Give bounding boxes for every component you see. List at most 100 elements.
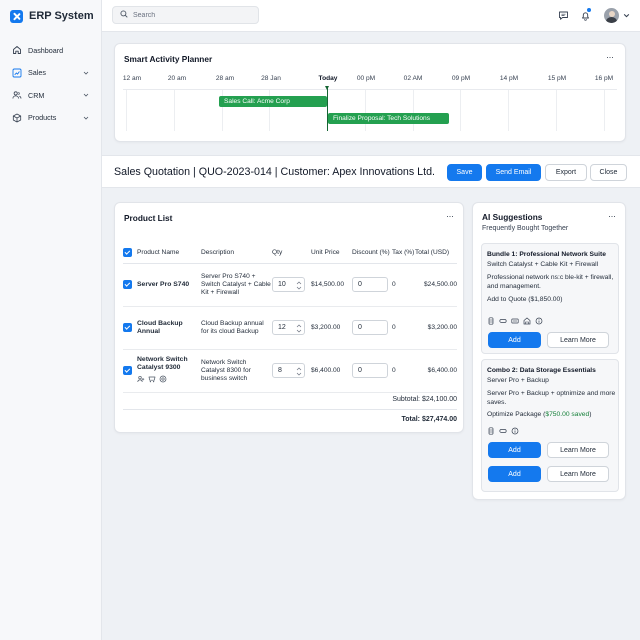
ai-suggestions-subtitle: Frequently Bought Together (482, 225, 569, 232)
erp-logo-icon (10, 9, 23, 23)
row-checkbox[interactable] (123, 323, 132, 332)
info-icon[interactable] (535, 317, 543, 327)
row-total: $6,400.00 (415, 349, 457, 393)
timeline-grid: Sales Call: Acme Corp Finalize Proposal:… (123, 86, 617, 131)
page-title: Sales Quotation | QUO-2023-014 | Custome… (114, 166, 436, 178)
timeline-gridline (126, 90, 127, 131)
column-header[interactable]: Unit Price (311, 243, 352, 264)
add-bundle-button[interactable]: Add (488, 442, 541, 458)
quantity-value: 10 (278, 280, 286, 288)
more-options-icon[interactable]: ··· (608, 212, 616, 221)
chevron-down-icon[interactable] (83, 115, 89, 121)
row-checkbox[interactable] (123, 280, 132, 289)
search-icon (120, 10, 128, 20)
search-box[interactable] (112, 6, 259, 24)
topbar (102, 0, 640, 32)
learn-more-button[interactable]: Learn More (547, 442, 609, 458)
sidebar-item-products[interactable]: Products (0, 107, 101, 130)
discount-input[interactable]: 0 (352, 320, 388, 335)
subtotal-label: Subtotal: (392, 396, 420, 403)
tax-value: 0 (392, 349, 415, 393)
timeline-label: 02 AM (403, 75, 423, 82)
product-list-card: Product List ··· Product Name Descriptio… (114, 202, 464, 433)
assign-user-icon[interactable] (137, 375, 145, 386)
chevron-down-icon[interactable] (83, 92, 89, 98)
subtotal-row: Subtotal: $24,100.00 (123, 396, 457, 403)
quantity-stepper[interactable]: 10 (272, 277, 305, 292)
export-button[interactable]: Export (545, 164, 587, 181)
learn-more-button[interactable]: Learn More (547, 332, 609, 348)
sidebar-item-crm[interactable]: CRM (0, 84, 101, 107)
app-title: ERP System (29, 10, 94, 22)
column-header[interactable]: Qty (272, 243, 311, 264)
close-button[interactable]: Close (590, 164, 627, 181)
sales-chart-icon (12, 68, 22, 78)
cable-icon (499, 317, 507, 327)
timeline-gridline (460, 90, 461, 131)
sidebar-item-label: Products (28, 113, 57, 123)
cable-icon (499, 427, 507, 437)
product-name: Server Pro S740 (137, 280, 190, 288)
cart-icon[interactable] (148, 375, 156, 386)
notification-dot (587, 8, 591, 12)
total-value: $27,474.00 (421, 416, 457, 423)
sidebar-item-label: Sales (28, 68, 46, 78)
add-bundle-button[interactable]: Add (488, 466, 541, 482)
savings-prefix: Optimize Package ( (487, 411, 546, 418)
avatar[interactable] (604, 8, 619, 23)
ai-suggestions-title: AI Suggestions (482, 212, 543, 222)
row-total: $24,500.00 (415, 263, 457, 307)
timeline-label: 28 am (215, 75, 235, 82)
activity-planner-card: Smart Activity Planner ··· 12 am 20 am 2… (114, 43, 626, 142)
timeline-label: 15 pM (547, 75, 567, 82)
column-header[interactable]: Description (201, 243, 272, 264)
discount-input[interactable]: 0 (352, 363, 388, 378)
add-bundle-button[interactable]: Add (488, 332, 541, 348)
sidebar-item-sales[interactable]: Sales (0, 62, 101, 85)
today-marker (324, 86, 330, 131)
select-all-checkbox[interactable] (123, 248, 132, 258)
spinner-arrows-icon[interactable] (296, 366, 302, 376)
table-row: Server Pro S740 Server Pro S740 + Switch… (123, 263, 457, 307)
sidebar-item-dashboard[interactable]: Dashboard (0, 39, 101, 62)
row-checkbox[interactable] (123, 366, 132, 375)
settings-icon[interactable] (159, 375, 167, 386)
divider (123, 409, 457, 410)
chevron-down-icon[interactable] (83, 70, 89, 76)
bell-icon[interactable] (580, 8, 591, 21)
chevron-down-icon[interactable] (623, 12, 630, 19)
more-options-icon[interactable]: ··· (606, 53, 614, 62)
product-name: Cloud Backup Annual (137, 319, 183, 335)
column-header[interactable]: Discount (%) (352, 243, 392, 264)
timeline-gridline (174, 90, 175, 131)
more-options-icon[interactable]: ··· (446, 212, 454, 221)
spinner-arrows-icon[interactable] (296, 280, 302, 290)
brand[interactable]: ERP System (0, 0, 101, 32)
bundle-description: Professional network ns:c ble-kit + fire… (487, 274, 614, 290)
chat-icon[interactable] (558, 10, 569, 21)
home-icon (12, 45, 22, 55)
total-row: Total: $27,474.00 (123, 416, 457, 423)
quantity-stepper[interactable]: 8 (272, 363, 305, 378)
switch-icon (511, 317, 519, 327)
bundle-title: Combo 2: Data Storage Essentials (487, 367, 596, 374)
timeline-label: 12 am (122, 75, 142, 82)
learn-more-button[interactable]: Learn More (547, 466, 609, 482)
product-description: Network Switch Catalyst 8300 for busines… (201, 349, 272, 393)
timeline-label-today: Today (318, 75, 338, 82)
spinner-arrows-icon[interactable] (296, 323, 302, 333)
bundle-savings: Optimize Package ($750.00 saved) (487, 410, 617, 419)
send-email-button[interactable]: Send Email (486, 164, 541, 181)
discount-input[interactable]: 0 (352, 277, 388, 292)
save-button[interactable]: Save (447, 164, 482, 181)
quantity-stepper[interactable]: 12 (272, 320, 305, 335)
event-finalize-proposal[interactable]: Finalize Proposal: Tech Solutions (328, 113, 449, 124)
info-icon[interactable] (511, 427, 519, 437)
bundle-card: Bundle 1: Professional Network Suite Swi… (481, 243, 619, 354)
event-sales-call[interactable]: Sales Call: Acme Corp (219, 96, 327, 107)
column-header[interactable]: Tax (%) (392, 243, 415, 264)
column-header[interactable]: Total (USD) (415, 243, 457, 264)
search-input[interactable] (133, 11, 243, 19)
column-header[interactable]: Product Name (137, 243, 201, 264)
timeline-gridline (365, 90, 366, 131)
